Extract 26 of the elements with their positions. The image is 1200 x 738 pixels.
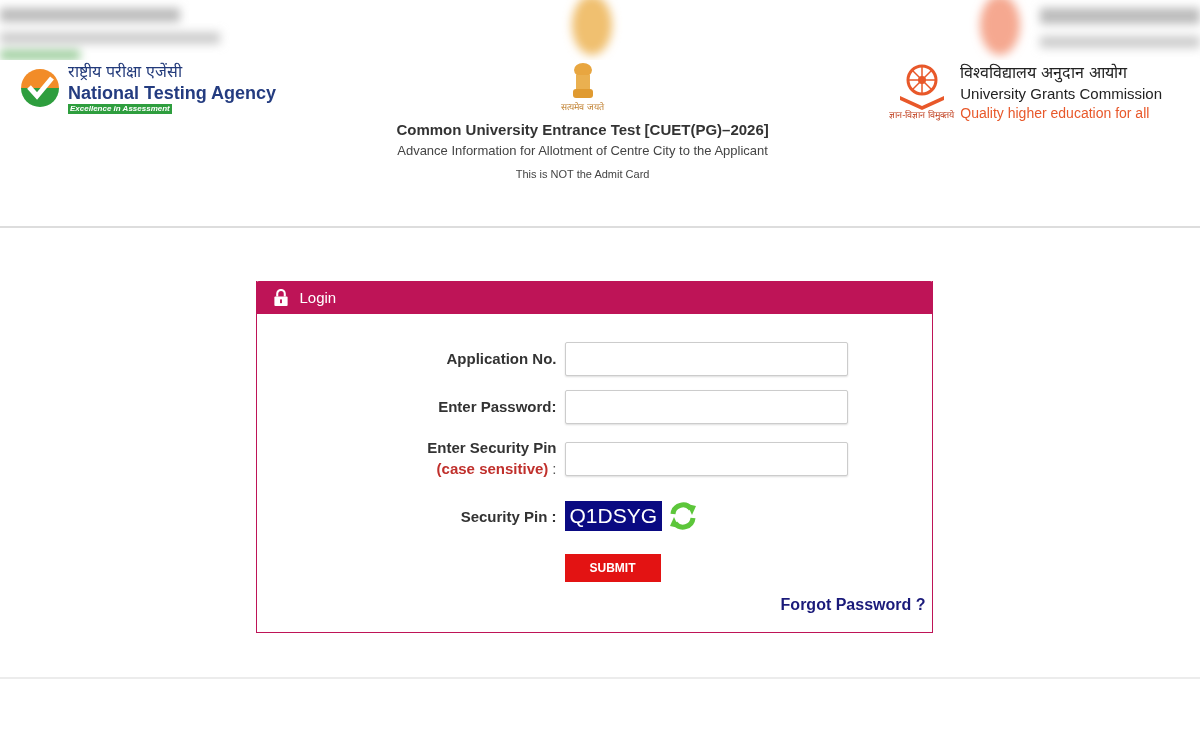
commission-tagline: Quality higher education for all [960, 104, 1151, 122]
input-field[interactable] [564, 442, 848, 476]
commission-hindi-name: विश्वविद्यालय अनुदान आयोग [960, 62, 1129, 84]
panel-title: Login [299, 289, 337, 306]
submit-button[interactable]: SUBMIT [564, 554, 661, 582]
agency-name: National Testing Agency [68, 82, 277, 104]
input-field[interactable] [564, 390, 848, 424]
captcha-label: Security Pin : [459, 507, 557, 525]
captcha-image: Q1DSYG [564, 501, 663, 531]
forgot-password-link[interactable]: Forgot Password ? [780, 596, 926, 614]
agency-tagline: Excellence in Assessment [68, 104, 172, 114]
field-label: Enter Security Pin [426, 438, 557, 458]
label-colon: : [552, 460, 557, 477]
admit-card-notice: This is NOT the Admit Card [515, 168, 650, 180]
emblem-motto: सत्यमेव जयते [561, 102, 605, 113]
page-subtitle: Advance Information for Allotment of Centre City to the Applicant [397, 143, 768, 158]
field-label: Enter Password: [437, 397, 557, 417]
agency-hindi-name: राष्ट्रीय परीक्षा एजेंसी [68, 62, 184, 82]
page-title: Common University Entrance Test [CUET(PG)–2026] [396, 121, 769, 138]
input-field[interactable] [564, 342, 848, 376]
ugc-motto: ज्ञान-विज्ञान विमुक्तये [889, 110, 955, 121]
commission-name: University Grants Commission [960, 84, 1162, 104]
field-label: Application No. [445, 349, 557, 369]
field-note: (case sensitive) [436, 460, 549, 477]
checkmark-logo-icon [20, 68, 60, 108]
lock-icon [273, 289, 288, 306]
